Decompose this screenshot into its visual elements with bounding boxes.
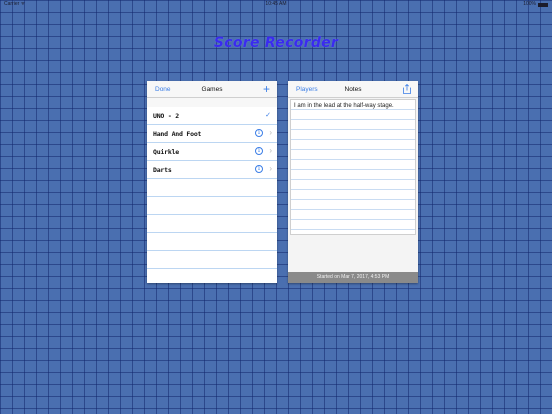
game-row[interactable]: UNO - 2 ✓	[147, 107, 277, 125]
game-name: Darts	[153, 166, 172, 174]
game-row[interactable]: Hand And Foot i ›	[147, 125, 277, 143]
info-icon[interactable]: i	[255, 147, 263, 155]
started-date-footer: Started on Mar 7, 2017, 4:53 PM	[288, 272, 418, 283]
battery-icon	[538, 3, 548, 7]
games-title: Games	[201, 86, 223, 93]
clock: 10:45 AM	[265, 1, 287, 7]
games-navbar: Done Games +	[147, 81, 277, 98]
game-row[interactable]: Darts i ›	[147, 161, 277, 179]
game-row[interactable]: Quirkle i ›	[147, 143, 277, 161]
checkmark-icon: ✓	[265, 112, 271, 119]
game-name: Quirkle	[153, 148, 179, 156]
app-title: Score Recorder	[213, 35, 339, 51]
notes-navbar: Players Notes	[288, 81, 418, 98]
notes-title: Notes	[344, 86, 362, 93]
share-icon[interactable]	[403, 84, 411, 94]
chevron-right-icon: ›	[269, 128, 272, 137]
info-icon[interactable]: i	[255, 165, 263, 173]
notes-text-area[interactable]: I am in the lead at the half-way stage.	[290, 99, 416, 235]
games-panel: Done Games + UNO - 2 ✓ Hand And Foot i ›…	[147, 81, 277, 283]
add-game-button[interactable]: +	[263, 82, 270, 96]
chevron-right-icon: ›	[269, 164, 272, 173]
game-name: Hand And Foot	[153, 130, 202, 138]
info-icon[interactable]: i	[255, 129, 263, 137]
list-header-gap	[147, 98, 277, 107]
note-text: I am in the lead at the half-way stage.	[294, 103, 394, 109]
battery-percent: 100%	[523, 1, 536, 7]
chevron-right-icon: ›	[269, 146, 272, 155]
battery-indicator: 100%	[523, 0, 548, 8]
games-list: UNO - 2 ✓ Hand And Foot i › Quirkle i › …	[147, 107, 277, 283]
notes-panel: Players Notes I am in the lead at the ha…	[288, 81, 418, 283]
status-bar: Carrier ᯤ 10:45 AM 100%	[0, 0, 552, 8]
game-name: UNO - 2	[153, 112, 179, 120]
